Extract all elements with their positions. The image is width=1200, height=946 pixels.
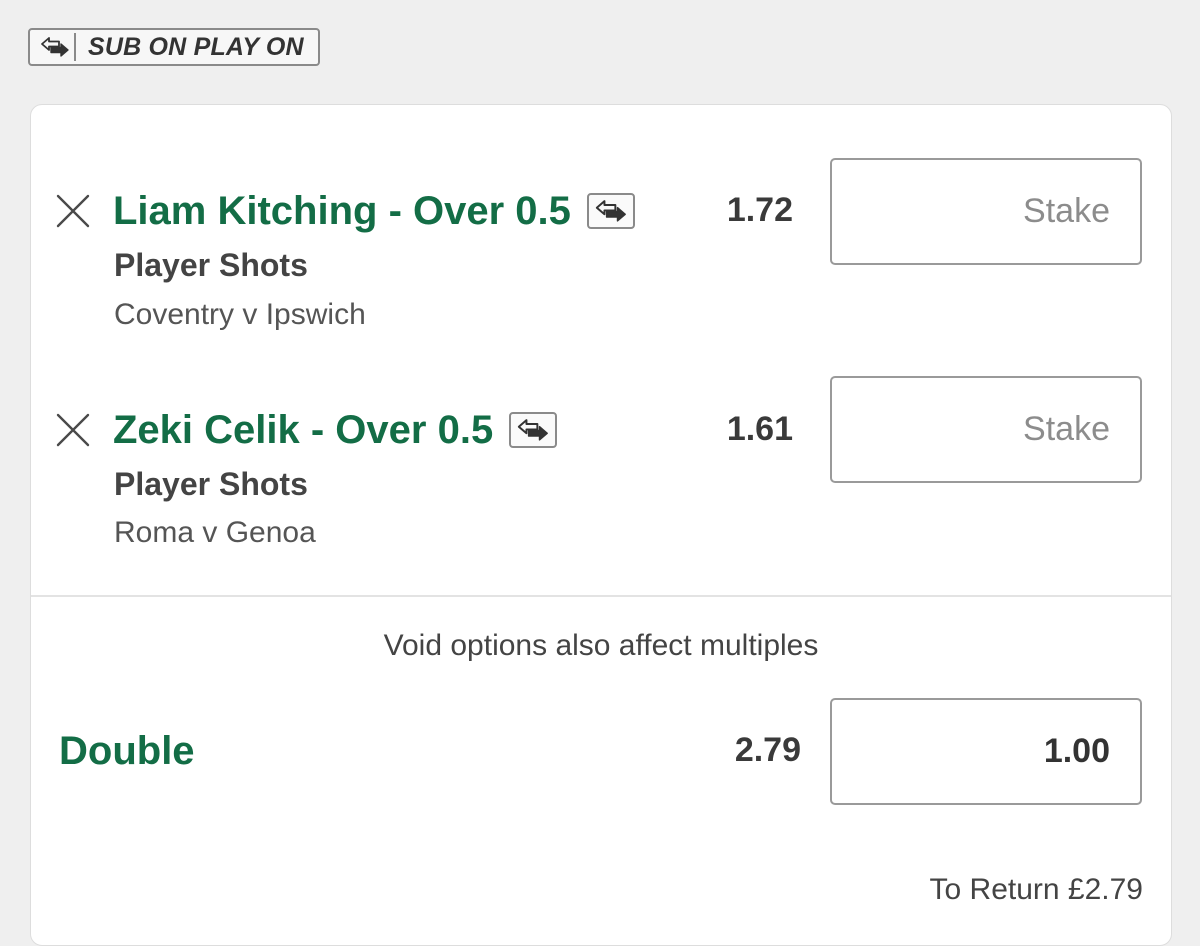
selection-1-stake-input[interactable] — [830, 158, 1142, 265]
sub-on-play-on-icon — [36, 33, 76, 61]
selection-2: Zeki Celik - Over 0.5 — [113, 406, 558, 454]
selection-2-event: Roma v Genoa — [114, 516, 316, 549]
double-stake-input[interactable] — [830, 698, 1142, 805]
selection-1-odds[interactable]: 1.72 — [673, 191, 793, 230]
divider — [31, 595, 1171, 597]
to-return: To Return £2.79 — [929, 873, 1143, 906]
sub-on-play-on-icon — [586, 193, 635, 229]
remove-selection-2-icon[interactable] — [55, 412, 91, 448]
sub-on-play-on-badge[interactable]: SUB ON PLAY ON — [28, 28, 320, 66]
void-options-note: Void options also affect multiples — [383, 629, 819, 662]
selection-2-odds[interactable]: 1.61 — [673, 410, 793, 449]
double-label: Double — [59, 729, 195, 773]
remove-selection-1-icon[interactable] — [55, 193, 91, 229]
selection-1-market: Player Shots — [114, 247, 308, 283]
double-odds: 2.79 — [734, 731, 801, 769]
selection-2-title: Zeki Celik - Over 0.5 — [113, 407, 494, 452]
selection-2-market: Player Shots — [114, 466, 308, 502]
selection-1: Liam Kitching - Over 0.5 — [113, 187, 635, 235]
selection-1-event: Coventry v Ipswich — [114, 298, 366, 331]
selection-1-title: Liam Kitching - Over 0.5 — [113, 188, 571, 233]
badge-label: SUB ON PLAY ON — [88, 32, 304, 61]
sub-on-play-on-icon — [509, 412, 558, 448]
betslip-card: Liam Kitching - Over 0.5 Player Shots Co… — [30, 104, 1172, 946]
selection-2-stake-input[interactable] — [830, 376, 1142, 483]
